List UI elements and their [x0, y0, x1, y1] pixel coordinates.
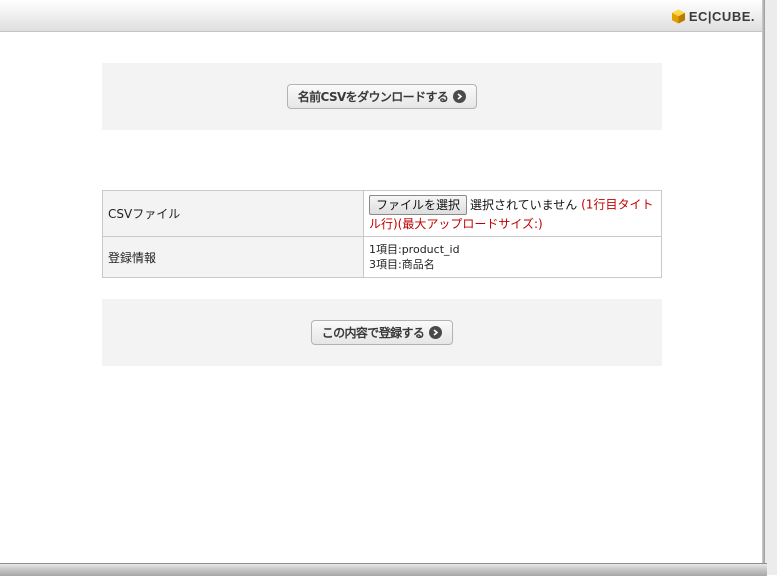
register-button[interactable]: この内容で登録する [310, 320, 454, 345]
arrow-right-circle-icon [429, 326, 443, 339]
registration-info-line: 1項目:product_id [369, 243, 460, 256]
csv-file-label: CSVファイル [102, 190, 364, 237]
window-right-shade [765, 0, 777, 575]
download-panel: 名前CSVをダウンロードする [102, 63, 662, 130]
choose-file-button[interactable]: ファイルを選択 [369, 195, 468, 215]
arrow-right-circle-icon [453, 90, 467, 103]
logo-text: EC|CUBE. [688, 8, 755, 24]
cube-icon [671, 9, 686, 24]
file-status-text: 選択されていません [470, 197, 578, 212]
registration-info-label: 登録情報 [102, 236, 364, 278]
download-csv-button[interactable]: 名前CSVをダウンロードする [286, 84, 478, 109]
submit-panel: この内容で登録する [102, 299, 662, 366]
ec-cube-logo: EC|CUBE. [671, 8, 755, 24]
registration-info-cell: 1項目:product_id 3項目:商品名 [363, 236, 662, 278]
csv-upload-form-table: CSVファイル ファイルを選択 選択されていません (1行目タイトル行)(最大アッ… [102, 190, 662, 278]
download-csv-button-label: 名前CSVをダウンロードする [297, 90, 449, 104]
table-row: CSVファイル ファイルを選択 選択されていません (1行目タイトル行)(最大アッ… [102, 190, 662, 237]
table-row: 登録情報 1項目:product_id 3項目:商品名 [102, 236, 662, 278]
register-button-label: この内容で登録する [321, 326, 425, 340]
registration-info-line: 3項目:商品名 [369, 258, 435, 271]
csv-file-cell: ファイルを選択 選択されていません (1行目タイトル行)(最大アップロードサイズ:… [363, 190, 662, 237]
window-bottom-bar [0, 563, 767, 576]
top-header-bar: EC|CUBE. [0, 0, 765, 32]
